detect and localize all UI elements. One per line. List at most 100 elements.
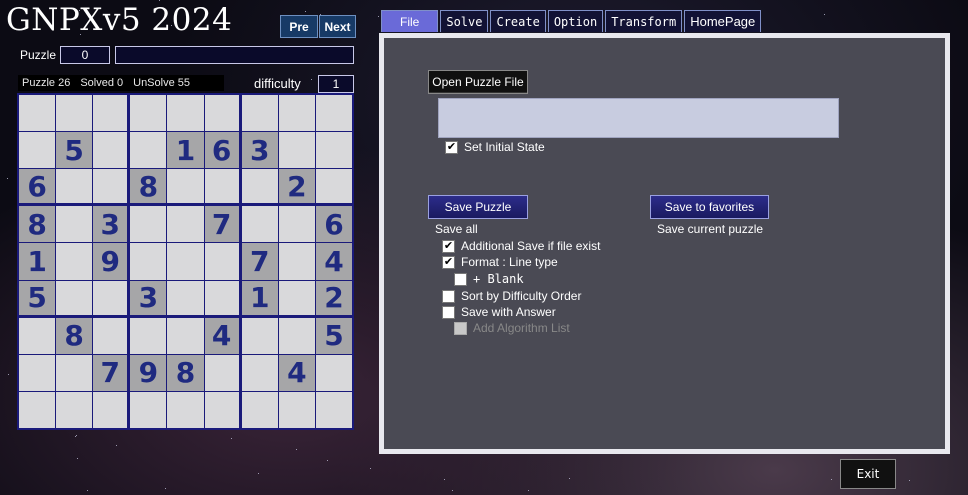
grid-cell[interactable] (204, 169, 241, 206)
grid-cell[interactable]: 1 (19, 243, 56, 280)
pre-button[interactable]: Pre (280, 15, 318, 38)
tab-solve[interactable]: Solve (440, 10, 489, 32)
grid-cell[interactable] (241, 206, 278, 243)
grid-cell[interactable] (241, 169, 278, 206)
grid-cell[interactable] (278, 206, 315, 243)
puzzle-name-field[interactable] (115, 46, 354, 64)
grid-cell[interactable]: 7 (241, 243, 278, 280)
grid-cell[interactable] (315, 132, 352, 169)
tab-option[interactable]: Option (547, 10, 604, 32)
grid-cell[interactable] (315, 169, 352, 206)
grid-cell[interactable] (93, 95, 130, 132)
grid-cell[interactable]: 5 (19, 280, 56, 317)
grid-cell[interactable] (93, 132, 130, 169)
set-initial-state-checkbox[interactable]: ✔ Set Initial State (445, 140, 545, 154)
grid-cell[interactable]: 6 (315, 206, 352, 243)
open-puzzle-file-button[interactable]: Open Puzzle File (428, 70, 528, 94)
grid-cell[interactable] (93, 391, 130, 428)
grid-cell[interactable] (56, 169, 93, 206)
save-option-checkbox[interactable]: Sort by Difficulty Order (442, 289, 581, 303)
grid-cell[interactable] (204, 243, 241, 280)
grid-cell[interactable] (167, 206, 204, 243)
grid-cell[interactable] (130, 95, 167, 132)
save-option-checkbox[interactable]: + Blank (454, 272, 524, 286)
grid-cell[interactable] (167, 243, 204, 280)
grid-cell[interactable] (241, 354, 278, 391)
grid-cell[interactable] (167, 391, 204, 428)
file-path-box[interactable] (438, 98, 839, 138)
grid-cell[interactable] (56, 243, 93, 280)
grid-cell[interactable]: 9 (130, 354, 167, 391)
grid-cell[interactable]: 7 (204, 206, 241, 243)
grid-cell[interactable] (204, 391, 241, 428)
grid-cell[interactable]: 3 (93, 206, 130, 243)
grid-cell[interactable] (167, 317, 204, 354)
grid-cell[interactable]: 2 (315, 280, 352, 317)
grid-cell[interactable] (19, 354, 56, 391)
grid-cell[interactable]: 4 (204, 317, 241, 354)
grid-cell[interactable] (93, 317, 130, 354)
grid-cell[interactable]: 5 (315, 317, 352, 354)
grid-cell[interactable] (315, 95, 352, 132)
grid-cell[interactable]: 2 (278, 169, 315, 206)
grid-cell[interactable] (204, 280, 241, 317)
grid-cell[interactable] (204, 354, 241, 391)
grid-cell[interactable]: 3 (130, 280, 167, 317)
tab-homepage[interactable]: HomePage (684, 10, 762, 32)
grid-cell[interactable]: 8 (167, 354, 204, 391)
grid-cell[interactable] (315, 391, 352, 428)
grid-cell[interactable] (167, 95, 204, 132)
grid-cell[interactable]: 1 (167, 132, 204, 169)
grid-cell[interactable] (19, 391, 56, 428)
grid-cell[interactable]: 7 (93, 354, 130, 391)
grid-cell[interactable] (167, 280, 204, 317)
grid-cell[interactable]: 8 (56, 317, 93, 354)
grid-cell[interactable]: 4 (278, 354, 315, 391)
grid-cell[interactable]: 9 (93, 243, 130, 280)
save-puzzle-button[interactable]: Save Puzzle (428, 195, 528, 219)
grid-cell[interactable] (56, 354, 93, 391)
save-option-checkbox[interactable]: ✔ Additional Save if file exist (442, 239, 600, 253)
grid-cell[interactable] (241, 95, 278, 132)
tab-transform[interactable]: Transform (605, 10, 683, 32)
grid-cell[interactable] (278, 317, 315, 354)
grid-cell[interactable] (167, 169, 204, 206)
grid-cell[interactable] (19, 132, 56, 169)
grid-cell[interactable] (56, 95, 93, 132)
grid-cell[interactable] (56, 206, 93, 243)
grid-cell[interactable] (56, 391, 93, 428)
grid-cell[interactable]: 5 (56, 132, 93, 169)
difficulty-field[interactable]: 1 (318, 75, 354, 93)
grid-cell[interactable] (241, 391, 278, 428)
save-to-favorites-button[interactable]: Save to favorites (650, 195, 769, 219)
grid-cell[interactable]: 8 (19, 206, 56, 243)
grid-cell[interactable] (56, 280, 93, 317)
grid-cell[interactable] (130, 391, 167, 428)
grid-cell[interactable] (315, 354, 352, 391)
grid-cell[interactable] (130, 317, 167, 354)
save-option-checkbox[interactable]: Save with Answer (442, 305, 556, 319)
grid-cell[interactable]: 8 (130, 169, 167, 206)
grid-cell[interactable]: 4 (315, 243, 352, 280)
grid-cell[interactable]: 3 (241, 132, 278, 169)
grid-cell[interactable] (278, 243, 315, 280)
grid-cell[interactable]: 6 (204, 132, 241, 169)
grid-cell[interactable] (130, 206, 167, 243)
tab-create[interactable]: Create (490, 10, 546, 32)
grid-cell[interactable] (278, 132, 315, 169)
grid-cell[interactable] (278, 280, 315, 317)
grid-cell[interactable] (130, 132, 167, 169)
grid-cell[interactable]: 6 (19, 169, 56, 206)
grid-cell[interactable] (93, 280, 130, 317)
grid-cell[interactable] (278, 391, 315, 428)
next-button[interactable]: Next (319, 15, 356, 38)
tab-file[interactable]: File (381, 10, 439, 32)
grid-cell[interactable] (93, 169, 130, 206)
grid-cell[interactable] (241, 317, 278, 354)
grid-cell[interactable] (278, 95, 315, 132)
grid-cell[interactable] (204, 95, 241, 132)
grid-cell[interactable] (19, 95, 56, 132)
puzzle-index-field[interactable]: 0 (60, 46, 110, 64)
grid-cell[interactable]: 1 (241, 280, 278, 317)
sudoku-grid[interactable]: 51636828376197453128457984 (17, 93, 354, 430)
